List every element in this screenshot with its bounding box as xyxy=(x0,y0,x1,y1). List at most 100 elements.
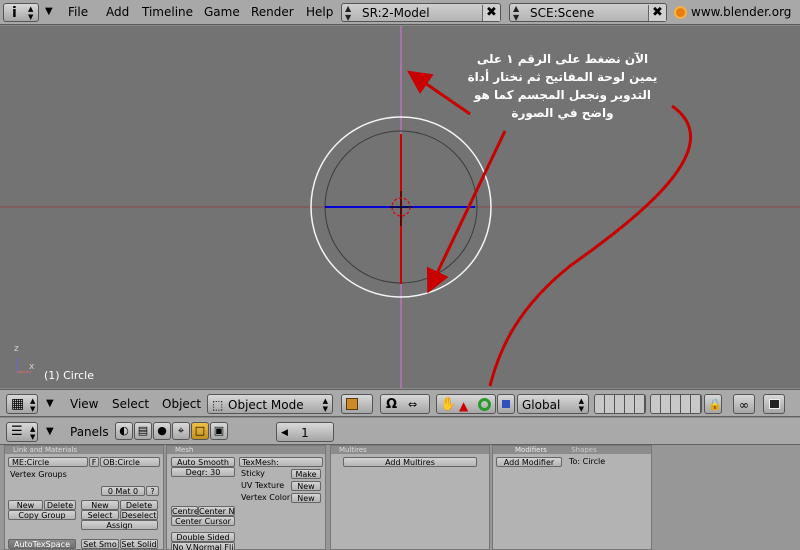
layer-buttons-left[interactable] xyxy=(594,394,646,414)
copy-group-button[interactable]: Copy Group xyxy=(8,510,76,520)
mode-selector[interactable]: ⬚ Object Mode ▲ ▼ xyxy=(207,394,333,414)
sticky-label: Sticky xyxy=(241,469,265,478)
scene-selector[interactable]: ▲ ▼ SCE:Scene ✖ xyxy=(509,3,667,22)
editor-type-button[interactable]: ☰ ▲ ▼ xyxy=(6,422,38,442)
object-name-field[interactable]: OB:Circle xyxy=(100,457,160,467)
menu-select[interactable]: Select xyxy=(112,394,149,414)
new-vertex-color-button[interactable]: New xyxy=(291,493,321,503)
menu-timeline[interactable]: Timeline xyxy=(142,3,193,22)
hand-icon[interactable]: ✋ xyxy=(440,395,456,415)
collapse-menu-icon[interactable]: ▼ xyxy=(46,398,54,409)
object-context-button[interactable]: ⌖ xyxy=(172,422,190,440)
link-button[interactable]: ∞ xyxy=(733,394,755,414)
material-index-field[interactable]: 0 Mat 0 xyxy=(101,486,145,496)
annotation-line: الآن نضغط على الرقم ١ على xyxy=(476,52,649,66)
new-uv-button[interactable]: New xyxy=(291,481,321,491)
layer-buttons-right[interactable] xyxy=(650,394,702,414)
3d-viewport[interactable]: الآن نضغط على الرقم ١ على يمين لوحة المف… xyxy=(0,26,800,388)
autotexspace-toggle[interactable]: AutoTexSpace xyxy=(8,539,76,549)
add-modifier-button[interactable]: Add Modifier xyxy=(496,457,562,467)
menu-object[interactable]: Object xyxy=(162,394,201,414)
annotation-arrow-bottom xyxy=(426,130,507,294)
window-type-button[interactable]: i ▲ ▼ xyxy=(3,3,39,22)
lock-button[interactable]: 🔒 xyxy=(704,394,722,414)
panels-menu[interactable]: Panels xyxy=(70,422,109,442)
auto-smooth-toggle[interactable]: Auto Smooth xyxy=(171,457,235,467)
select-material-button[interactable]: Select xyxy=(81,510,119,520)
center-new-button[interactable]: Center Ne xyxy=(198,506,235,516)
mode-name: Object Mode xyxy=(228,398,304,412)
editor-type-button[interactable]: ▦ ▲ ▼ xyxy=(6,394,38,414)
delete-vgroup-button[interactable]: Delete xyxy=(44,500,76,510)
screen-selector[interactable]: ▲ ▼ SR:2-Model ✖ xyxy=(341,3,501,22)
updown-arrows-icon: ▲ ▼ xyxy=(28,5,34,21)
script-context-button[interactable]: ▤ xyxy=(134,422,152,440)
menu-file[interactable]: File xyxy=(68,3,88,22)
menu-view[interactable]: View xyxy=(70,394,98,414)
menu-help[interactable]: Help xyxy=(306,3,333,22)
no-vnormal-flip-toggle[interactable]: No V.Normal Fli xyxy=(171,542,235,550)
close-scene-icon[interactable]: ✖ xyxy=(648,5,666,21)
mesh-name-field[interactable]: ME:Circle xyxy=(8,457,88,467)
screen-name: SR:2-Model xyxy=(362,6,430,20)
orientation-name: Global xyxy=(522,398,561,412)
scene-name: SCE:Scene xyxy=(530,6,595,20)
script-icon: ▤ xyxy=(137,424,149,437)
top-menu-bar: i ▲ ▼ ▼ File Add Timeline Game Render Hel… xyxy=(0,0,800,38)
menu-add[interactable]: Add xyxy=(106,3,129,22)
transform-orientation-selector[interactable]: Global ▲ ▼ xyxy=(517,394,589,414)
rotate-icon[interactable] xyxy=(478,398,491,411)
tab-shapes[interactable]: Shapes xyxy=(571,446,597,454)
shading-context-button[interactable]: ● xyxy=(153,422,171,440)
menu-game[interactable]: Game xyxy=(204,3,240,22)
double-sided-toggle[interactable]: Double Sided xyxy=(171,532,235,542)
updown-arrows-icon: ▲ ▼ xyxy=(30,397,36,413)
set-solid-button[interactable]: Set Solid xyxy=(120,539,158,549)
editing-icon: □ xyxy=(194,424,206,437)
snap-icon: ⇔ xyxy=(408,398,418,411)
new-vgroup-button[interactable]: New xyxy=(8,500,43,510)
menu-render[interactable]: Render xyxy=(251,3,294,22)
centre-button[interactable]: Centre xyxy=(171,506,198,516)
buttons-window-icon: ☰ xyxy=(11,424,23,439)
translate-icon[interactable]: ▲ xyxy=(459,396,468,416)
website-link[interactable]: www.blender.org 2 xyxy=(691,3,800,38)
degr-field[interactable]: Degr: 30 xyxy=(171,467,235,477)
assign-material-button[interactable]: Assign xyxy=(81,520,158,530)
tab-modifiers[interactable]: Modifiers xyxy=(515,446,547,454)
make-sticky-button[interactable]: Make xyxy=(291,469,321,479)
axis-x-label: x xyxy=(29,362,35,372)
scene-context-button[interactable]: ▣ xyxy=(210,422,228,440)
pivot-icon: Ω xyxy=(386,397,398,412)
render-button[interactable] xyxy=(763,394,785,414)
updown-arrows-icon: ▲ ▼ xyxy=(578,397,584,413)
fake-user-button[interactable]: F xyxy=(89,457,99,467)
close-screen-icon[interactable]: ✖ xyxy=(482,5,500,21)
left-arrow-icon: ◀ xyxy=(281,428,288,438)
scale-manipulator-button[interactable] xyxy=(497,394,515,414)
picture-icon xyxy=(769,399,780,409)
pivot-selector[interactable]: Ω ⇔ xyxy=(380,394,430,414)
collapse-menu-icon[interactable]: ▼ xyxy=(46,426,54,437)
editing-context-button[interactable]: □ xyxy=(191,422,209,440)
delete-material-button[interactable]: Delete xyxy=(120,500,158,510)
add-multires-button[interactable]: Add Multires xyxy=(343,457,477,467)
collapse-menu-icon[interactable]: ▼ xyxy=(45,6,53,17)
center-cursor-button[interactable]: Center Cursor xyxy=(171,516,235,526)
set-smooth-button[interactable]: Set Smo xyxy=(81,539,119,549)
logic-context-button[interactable]: ◐ xyxy=(115,422,133,440)
new-material-button[interactable]: New xyxy=(81,500,119,510)
deselect-material-button[interactable]: Deselect xyxy=(120,510,158,520)
scale-icon xyxy=(502,400,510,408)
manipulator-buttons[interactable]: ✋ ▲ xyxy=(436,394,496,414)
blender-logo-icon xyxy=(674,6,687,19)
link-icon: ∞ xyxy=(739,398,749,412)
draw-type-selector[interactable] xyxy=(341,394,373,414)
frame-number: 1 xyxy=(301,426,309,440)
updown-arrows-icon: ▲ ▼ xyxy=(345,4,352,22)
panel-title: Link and Materials xyxy=(5,446,163,454)
frame-counter[interactable]: ◀ 1 xyxy=(276,422,334,442)
texmesh-field[interactable]: TexMesh: xyxy=(239,457,323,467)
solid-cube-icon xyxy=(346,398,358,410)
material-browse-button[interactable]: ? xyxy=(146,486,159,496)
